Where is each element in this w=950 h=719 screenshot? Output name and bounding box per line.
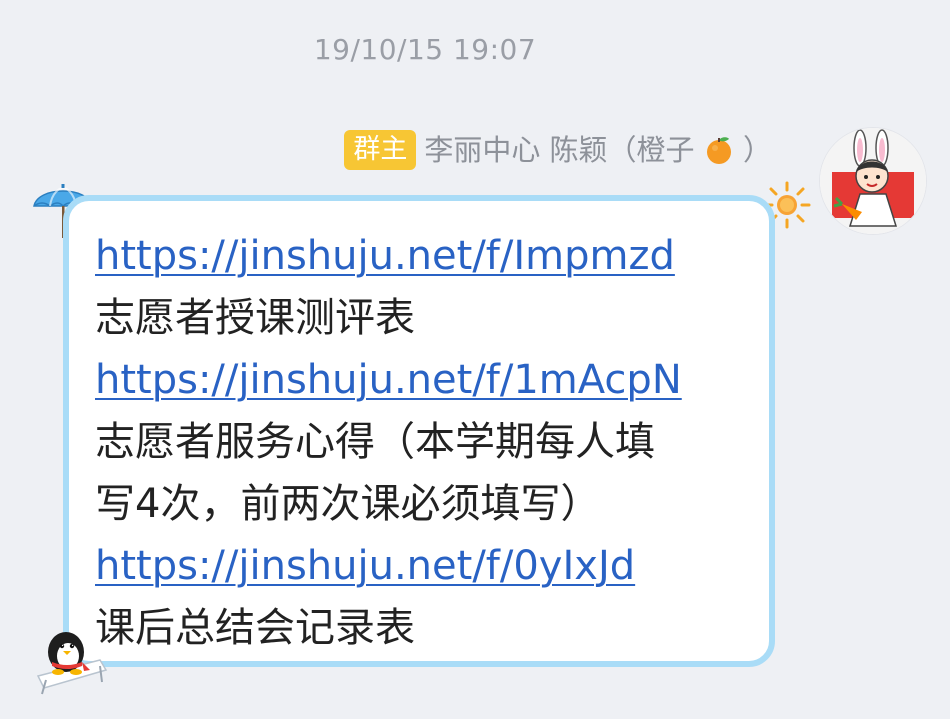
message-line-4: 写4次，前两次课必须填写） xyxy=(95,481,601,527)
survey-link-0yixjd[interactable]: https://jinshuju.net/f/0yIxJd xyxy=(95,535,775,597)
sender-name-suffix: ） xyxy=(742,133,772,167)
message-line-3: 志愿者服务心得（本学期每人填 xyxy=(95,419,655,465)
message-timestamp: 19/10/15 19:07 xyxy=(313,33,537,66)
avatar-bunny-ears-icon xyxy=(820,128,926,234)
survey-link-impmzd[interactable]: https://jinshuju.net/f/Impmzd xyxy=(95,225,775,287)
penguin-icon xyxy=(36,632,108,695)
message-bubble[interactable]: https://jinshuju.net/f/Impmzd 志愿者授课测评表 h… xyxy=(63,195,775,667)
message-line-1: 志愿者授课测评表 xyxy=(95,295,415,341)
message-line-6: 课后总结会记录表 xyxy=(95,605,415,651)
message-content: https://jinshuju.net/f/Impmzd 志愿者授课测评表 h… xyxy=(95,225,775,659)
sender-name[interactable]: 李丽中心 陈颖（橙子 ） xyxy=(424,130,772,170)
sender-header: 群主 李丽中心 陈颖（橙子 ） xyxy=(344,130,772,170)
group-owner-badge: 群主 xyxy=(344,130,417,170)
sender-name-prefix: 李丽中心 陈颖（橙子 xyxy=(424,133,695,167)
orange-icon xyxy=(706,137,731,164)
survey-link-1macpn[interactable]: https://jinshuju.net/f/1mAcpN xyxy=(95,349,775,411)
sender-avatar[interactable] xyxy=(820,128,926,234)
